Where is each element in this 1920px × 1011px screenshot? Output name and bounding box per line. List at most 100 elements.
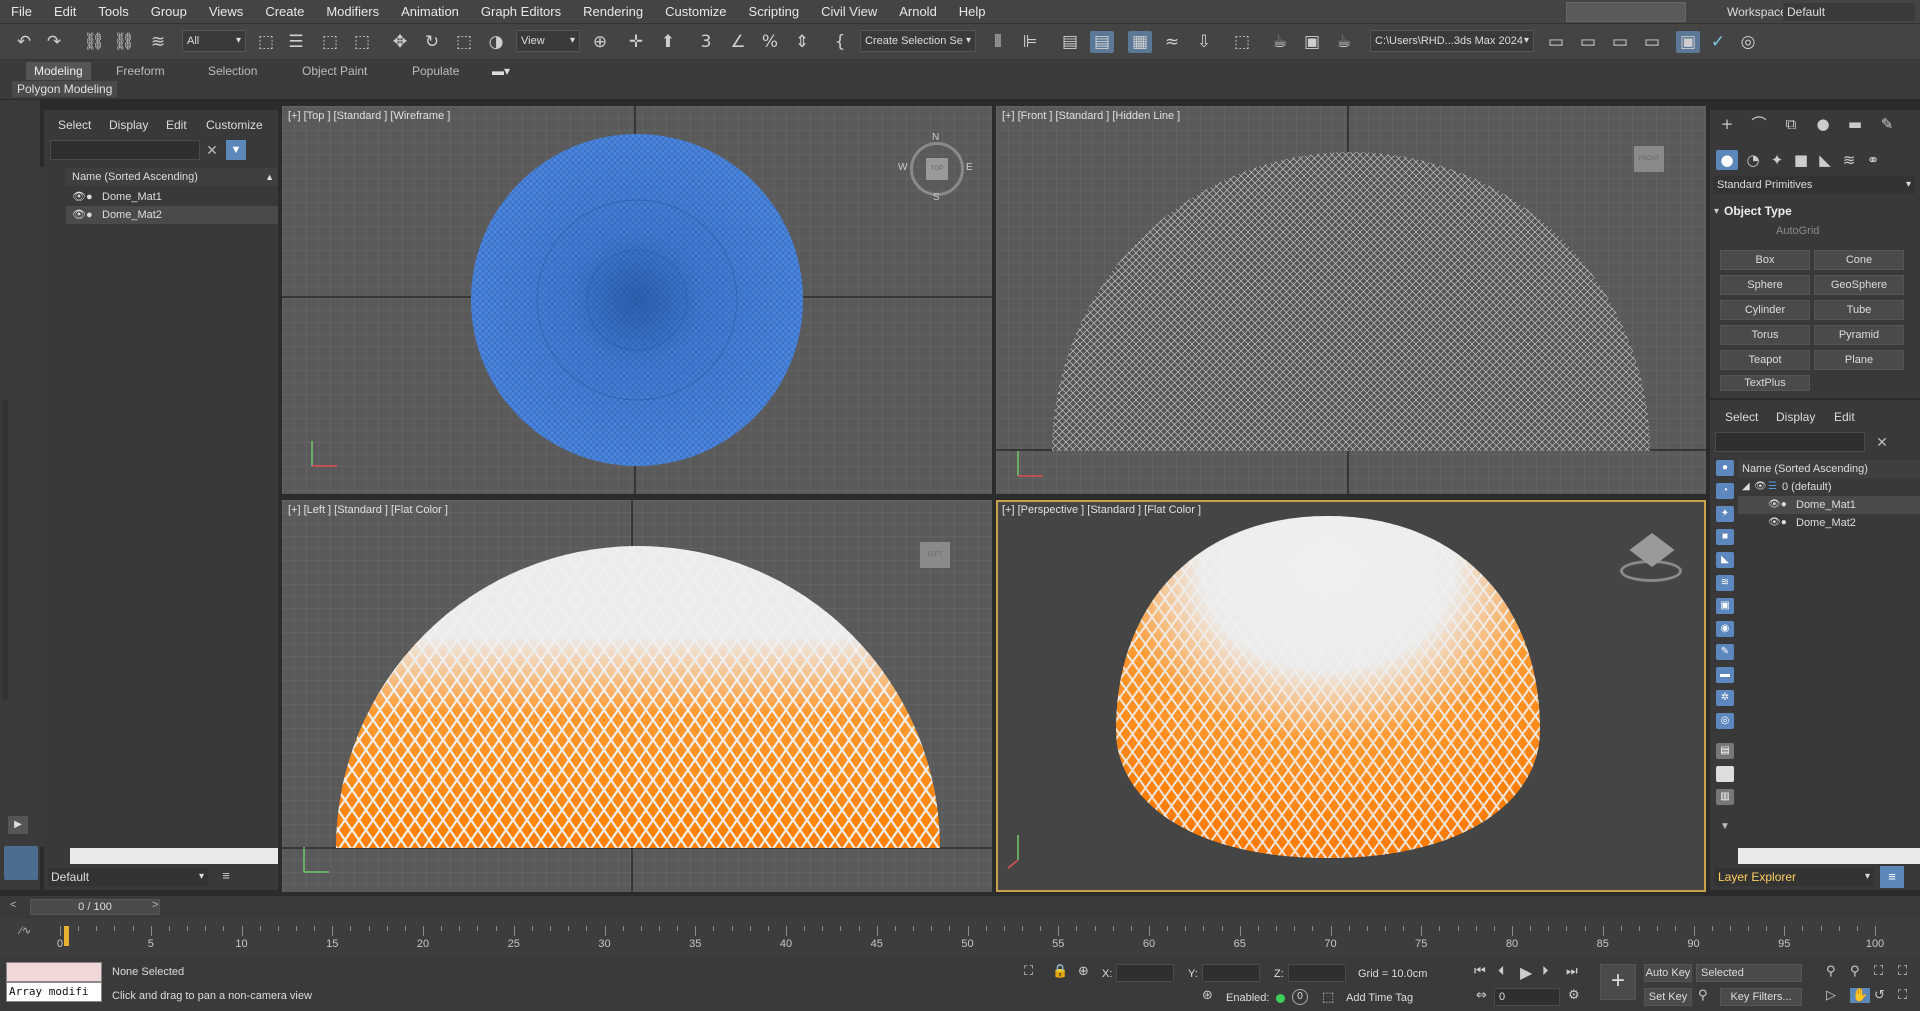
- layer-root-default[interactable]: ◢ 👁 ☰ 0 (default): [1738, 478, 1920, 496]
- menu-item-animation[interactable]: Animation: [390, 0, 470, 24]
- plane-button[interactable]: Plane: [1814, 350, 1904, 370]
- mirror-icon[interactable]: ⫴: [986, 31, 1010, 53]
- panel-divider[interactable]: [1710, 398, 1920, 400]
- time-tag-icon[interactable]: ⬚: [1322, 990, 1334, 1005]
- visibility-eye-icon[interactable]: 👁●: [72, 206, 93, 224]
- edit-named-selection-icon[interactable]: {: [828, 31, 852, 53]
- y-coordinate-input[interactable]: [1202, 964, 1260, 982]
- save-file-icon[interactable]: ▭: [1576, 31, 1600, 53]
- select-object-icon[interactable]: ⬚: [254, 31, 278, 53]
- pivot-center-icon[interactable]: ⊕: [588, 31, 612, 53]
- le-geometry-icon[interactable]: ●: [1716, 460, 1734, 476]
- toggle-scene-explorer-icon[interactable]: ▤: [1058, 31, 1082, 53]
- le-helpers-icon[interactable]: ◣: [1716, 552, 1734, 568]
- render-production-icon[interactable]: ☕: [1332, 31, 1356, 53]
- angle-snap-icon[interactable]: ∠: [726, 31, 750, 53]
- le-display-all-icon[interactable]: ▤: [1716, 743, 1734, 759]
- zoom-extents-icon[interactable]: ⛶: [1874, 964, 1883, 979]
- menu-item-graph-editors[interactable]: Graph Editors: [470, 0, 572, 24]
- le-tab-display[interactable]: Display: [1776, 410, 1815, 424]
- set-keys-icon[interactable]: +: [1600, 964, 1636, 1000]
- track-bar[interactable]: ⁄∿ 0 5 10 15 20 25 30 35 40 45 50 55 60 65 70 75 80 85 90 9…: [0, 918, 1920, 956]
- lights-category-icon[interactable]: ✦: [1766, 150, 1788, 170]
- filter-toggle-icon[interactable]: ▼: [226, 140, 246, 160]
- viewport-left[interactable]: [+] [Left ] [Standard ] [Flat Color ] LE…: [282, 500, 992, 892]
- le-particles-icon[interactable]: ✲: [1716, 690, 1734, 706]
- object-type-rollout[interactable]: Object Type: [1724, 204, 1792, 218]
- window-crossing-icon[interactable]: ⬚: [350, 31, 374, 53]
- le-groups-icon[interactable]: ▣: [1716, 598, 1734, 614]
- viewcube-front[interactable]: FRONT: [1634, 146, 1664, 172]
- cone-button[interactable]: Cone: [1814, 250, 1904, 270]
- textplus-button[interactable]: TextPlus: [1720, 375, 1810, 391]
- utilities-tab-icon[interactable]: ✎: [1876, 114, 1898, 134]
- move-icon[interactable]: ✥: [388, 31, 412, 53]
- expand-arrow-icon[interactable]: ▶: [8, 816, 28, 834]
- menu-item-rendering[interactable]: Rendering: [572, 0, 654, 24]
- set-key-button[interactable]: Set Key: [1644, 988, 1692, 1006]
- layer-explorer-scrollbar[interactable]: [1738, 848, 1920, 864]
- menu-item-customize[interactable]: Customize: [654, 0, 737, 24]
- viewport-layout-icon[interactable]: [4, 846, 38, 880]
- absolute-mode-icon[interactable]: ⊕: [1078, 964, 1089, 979]
- key-filter-icon[interactable]: ⚲: [1698, 988, 1708, 1003]
- viewport-top[interactable]: [+] [Top ] [Standard ] [Wireframe ] TOP …: [282, 106, 992, 494]
- spinner-snap-icon[interactable]: ⇕: [790, 31, 814, 53]
- geosphere-button[interactable]: GeoSphere: [1814, 275, 1904, 295]
- scene-item-dome-mat2[interactable]: 👁● Dome_Mat2: [66, 206, 278, 224]
- rotate-icon[interactable]: ↻: [420, 31, 444, 53]
- collapse-arrow-icon[interactable]: ◢: [1742, 478, 1750, 496]
- reference-coordinate-dropdown[interactable]: View: [516, 30, 580, 52]
- selection-filter-dropdown[interactable]: All: [182, 30, 246, 52]
- adaptive-degradation-icon[interactable]: ⊛: [1202, 988, 1213, 1003]
- viewcube-left[interactable]: LEFT: [920, 542, 950, 568]
- viewcube-top[interactable]: TOP: [926, 158, 948, 180]
- layer-stack-icon[interactable]: ≡: [216, 868, 236, 886]
- project-folder-dropdown[interactable]: C:\Users\RHD...3ds Max 2024: [1370, 30, 1534, 52]
- le-lights-icon[interactable]: ✦: [1716, 506, 1734, 522]
- le-display-none-icon[interactable]: [1716, 766, 1734, 782]
- polygon-modeling-button[interactable]: Polygon Modeling: [12, 81, 118, 97]
- named-selection-set-dropdown[interactable]: Create Selection Se: [860, 30, 976, 52]
- curve-editor-icon[interactable]: ≈: [1160, 31, 1184, 53]
- se-tab-display[interactable]: Display: [109, 118, 148, 132]
- layer-explorer-dropdown[interactable]: Layer Explorer: [1714, 868, 1874, 886]
- menu-item-arnold[interactable]: Arnold: [888, 0, 948, 24]
- bind-space-warp-icon[interactable]: ≋: [146, 31, 170, 53]
- add-time-tag-button[interactable]: Add Time Tag: [1346, 992, 1413, 1004]
- rectangular-region-icon[interactable]: ⬚: [318, 31, 342, 53]
- field-of-view-icon[interactable]: ▷: [1826, 988, 1836, 1003]
- viewport-perspective[interactable]: [+] [Perspective ] [Standard ] [Flat Col…: [996, 500, 1706, 892]
- layer-item-dome-mat1[interactable]: 👁● Dome_Mat1: [1738, 496, 1920, 514]
- zoom-icon[interactable]: ⚲: [1826, 964, 1836, 979]
- le-display-invert-icon[interactable]: ▥: [1716, 789, 1734, 805]
- visibility-eye-icon[interactable]: 👁●: [1768, 496, 1787, 514]
- link-icon[interactable]: ⛓: [82, 31, 106, 53]
- timeline-ruler[interactable]: 0 5 10 15 20 25 30 35 40 45 50 55 60 65 70 75 80 85 90 95 10…: [57, 926, 1884, 956]
- geometry-category-icon[interactable]: ●: [1716, 150, 1738, 170]
- menu-item-tools[interactable]: Tools: [87, 0, 139, 24]
- space-warps-category-icon[interactable]: ≋: [1838, 150, 1860, 170]
- menu-item-edit[interactable]: Edit: [43, 0, 87, 24]
- layer-stack-button-icon[interactable]: ≡: [1880, 866, 1904, 888]
- menu-item-civil-view[interactable]: Civil View: [810, 0, 888, 24]
- cylinder-button[interactable]: Cylinder: [1720, 300, 1810, 320]
- menu-item-file[interactable]: File: [0, 0, 43, 24]
- goto-end-icon[interactable]: ⏭: [1566, 964, 1578, 979]
- helpers-category-icon[interactable]: ◣: [1814, 150, 1836, 170]
- le-xrefs-icon[interactable]: ◉: [1716, 621, 1734, 637]
- le-space-warps-icon[interactable]: ≋: [1716, 575, 1734, 591]
- maximize-viewport-icon[interactable]: ⛶: [1898, 988, 1907, 1003]
- le-cameras-icon[interactable]: ■: [1716, 529, 1734, 545]
- compass-icon[interactable]: TOP N S E W: [898, 132, 973, 204]
- torus-button[interactable]: Torus: [1720, 325, 1810, 345]
- viewport-label-perspective[interactable]: [+] [Perspective ] [Standard ] [Flat Col…: [1002, 504, 1201, 516]
- orbit-icon[interactable]: ↺: [1874, 988, 1885, 1003]
- edge-handle[interactable]: [2, 400, 8, 700]
- check-icon[interactable]: ✓: [1706, 31, 1730, 53]
- le-bones-icon[interactable]: ✎: [1716, 644, 1734, 660]
- menu-item-views[interactable]: Views: [198, 0, 254, 24]
- layer-list-header[interactable]: Name (Sorted Ascending): [1738, 460, 1920, 478]
- le-frozen-icon[interactable]: ◎: [1716, 713, 1734, 729]
- le-tab-edit[interactable]: Edit: [1834, 410, 1855, 424]
